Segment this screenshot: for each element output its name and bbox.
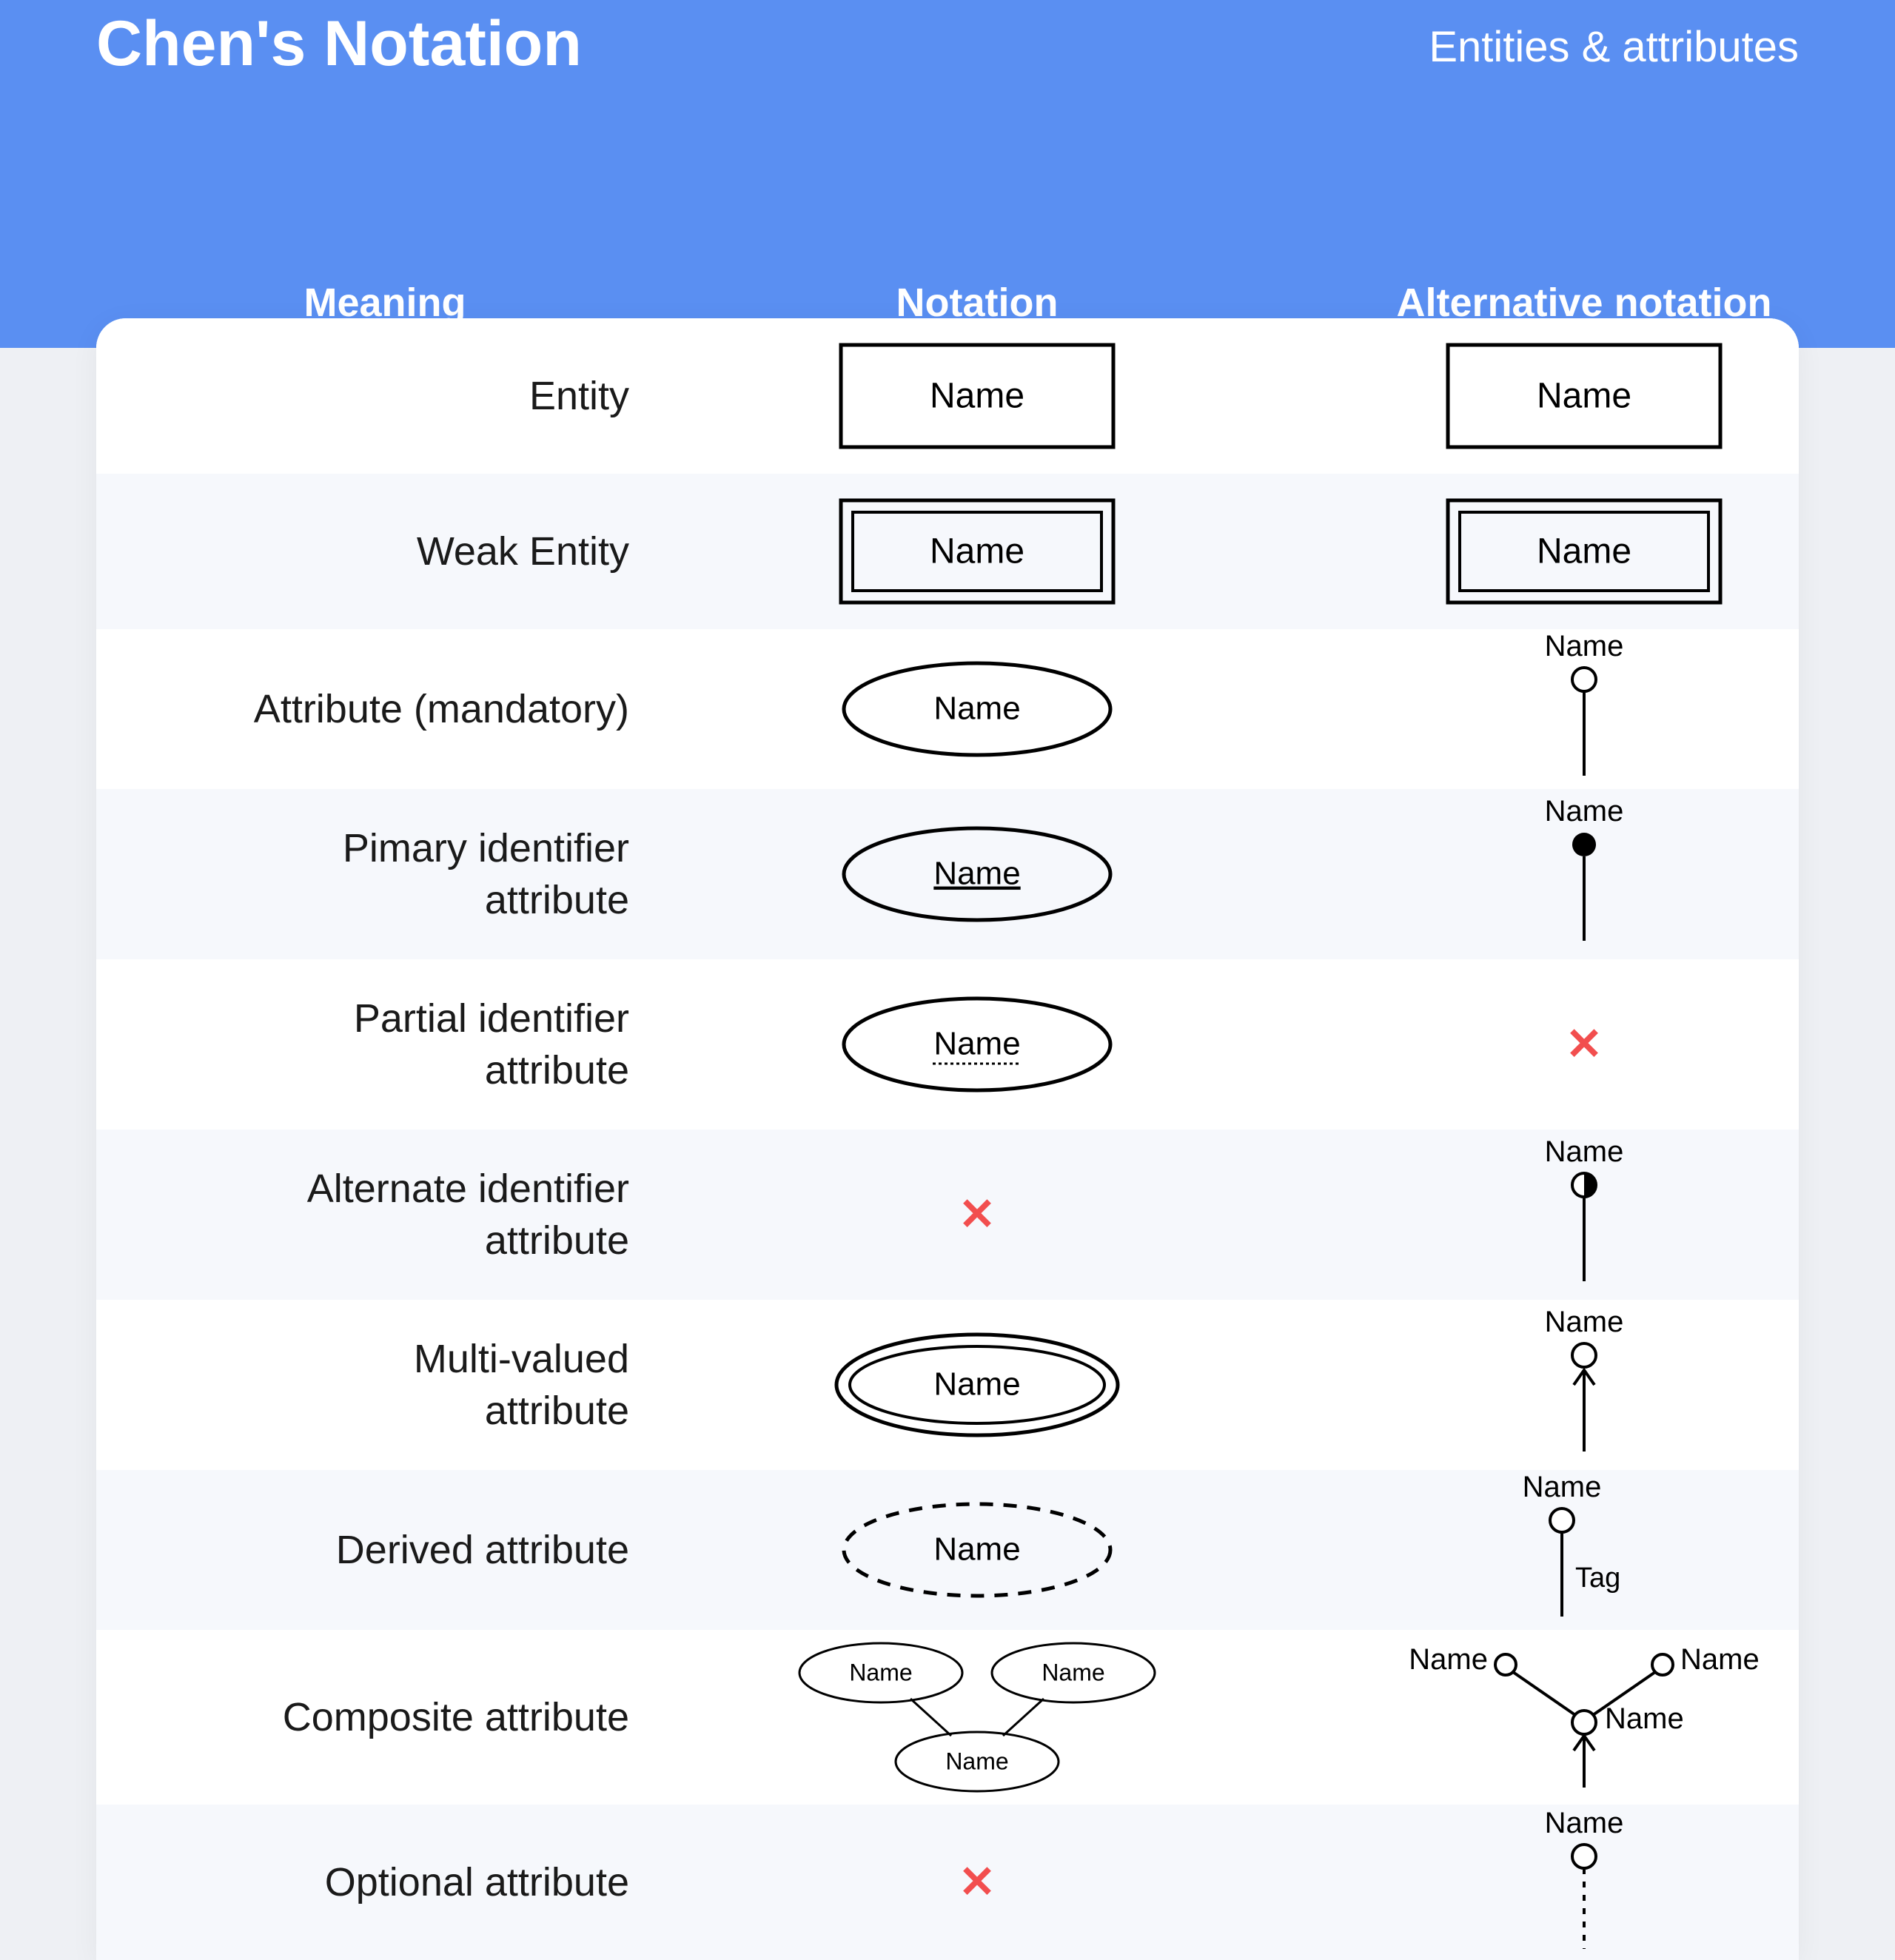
row-alt-notation: Name <box>1281 800 1799 948</box>
svg-text:Name: Name <box>1409 1643 1488 1676</box>
svg-text:Name: Name <box>945 1748 1008 1774</box>
row-meaning: Composite attribute <box>96 1691 674 1743</box>
row-notation: Name Name Name <box>674 1636 1281 1799</box>
svg-text:Name: Name <box>930 377 1024 416</box>
row-meaning: Entity <box>96 370 674 422</box>
row-notation: Name <box>674 340 1281 452</box>
row-alt-notation: Name <box>1281 340 1799 452</box>
row-meaning: Optional attribute <box>96 1856 674 1908</box>
row-meaning: Attribute (mandatory) <box>96 683 674 735</box>
table-row: Weak Entity Name Name <box>96 474 1799 629</box>
row-notation: Name <box>674 822 1281 926</box>
row-notation: ✕ <box>674 1856 1281 1908</box>
table-row: Multi-valuedattribute Name Name <box>96 1300 1799 1470</box>
svg-text:Name: Name <box>933 1366 1020 1403</box>
table-row: Composite attribute Name Name Name Name … <box>96 1630 1799 1805</box>
row-meaning: Multi-valuedattribute <box>96 1333 674 1437</box>
svg-text:Name: Name <box>1680 1643 1760 1676</box>
row-alt-notation: Name <box>1281 635 1799 783</box>
row-notation: Name <box>674 496 1281 607</box>
table-row: Derived attributeNameName Tag <box>96 1470 1799 1630</box>
svg-text:Tag: Tag <box>1575 1563 1620 1594</box>
svg-text:Name: Name <box>933 1531 1020 1568</box>
svg-text:Name: Name <box>1545 1812 1624 1839</box>
row-notation: Name <box>674 993 1281 1096</box>
svg-text:Name: Name <box>1537 532 1631 571</box>
svg-text:Name: Name <box>1545 635 1624 662</box>
table-row: Alternate identifierattribute ✕ Name <box>96 1130 1799 1300</box>
row-alt-notation: Name Name Name <box>1281 1640 1799 1795</box>
table-row: Entity Name Name <box>96 318 1799 474</box>
row-alt-notation: Name <box>1281 1812 1799 1953</box>
svg-text:Name: Name <box>1545 1311 1624 1338</box>
row-meaning: Alternate identifierattribute <box>96 1163 674 1266</box>
notation-table: EntityNameNameWeak Entity Name NameAttri… <box>96 318 1799 1960</box>
row-alt-notation: ✕ <box>1281 1018 1799 1070</box>
svg-text:Name: Name <box>1523 1476 1602 1503</box>
row-alt-notation: Name <box>1281 1141 1799 1289</box>
row-meaning: Derived attribute <box>96 1524 674 1576</box>
svg-text:Name: Name <box>933 691 1020 727</box>
table-row: Partial identifierattribute Name ✕ <box>96 959 1799 1130</box>
row-meaning: Pimary identifierattribute <box>96 822 674 926</box>
svg-text:Name: Name <box>849 1659 912 1685</box>
row-alt-notation: Name <box>1281 496 1799 607</box>
svg-text:Name: Name <box>1545 1141 1624 1168</box>
svg-text:Name: Name <box>1537 377 1631 416</box>
cross-icon: ✕ <box>959 1189 996 1241</box>
table-row: Pimary identifierattribute Name Name <box>96 789 1799 959</box>
row-notation: ✕ <box>674 1189 1281 1241</box>
svg-text:Name: Name <box>1545 800 1624 828</box>
row-alt-notation: Name <box>1281 1311 1799 1459</box>
row-alt-notation: Name Tag <box>1281 1476 1799 1624</box>
svg-text:Name: Name <box>933 1026 1020 1062</box>
svg-text:Name: Name <box>1042 1659 1104 1685</box>
svg-text:Name: Name <box>930 532 1024 571</box>
svg-text:Name: Name <box>933 856 1020 892</box>
page-subtitle: Entities & attributes <box>1429 22 1799 72</box>
row-notation: Name <box>674 1329 1281 1440</box>
row-notation: Name <box>674 657 1281 761</box>
cross-icon: ✕ <box>1566 1018 1603 1070</box>
row-meaning: Weak Entity <box>96 526 674 577</box>
header: Chen's Notation Entities & attributes Me… <box>0 0 1895 348</box>
cross-icon: ✕ <box>959 1856 996 1908</box>
row-meaning: Partial identifierattribute <box>96 993 674 1096</box>
row-notation: Name <box>674 1498 1281 1602</box>
table-row: Attribute (mandatory) Name Name <box>96 629 1799 789</box>
svg-text:Name: Name <box>1605 1702 1684 1735</box>
table-row: Optional attribute ✕ Name <box>96 1805 1799 1960</box>
